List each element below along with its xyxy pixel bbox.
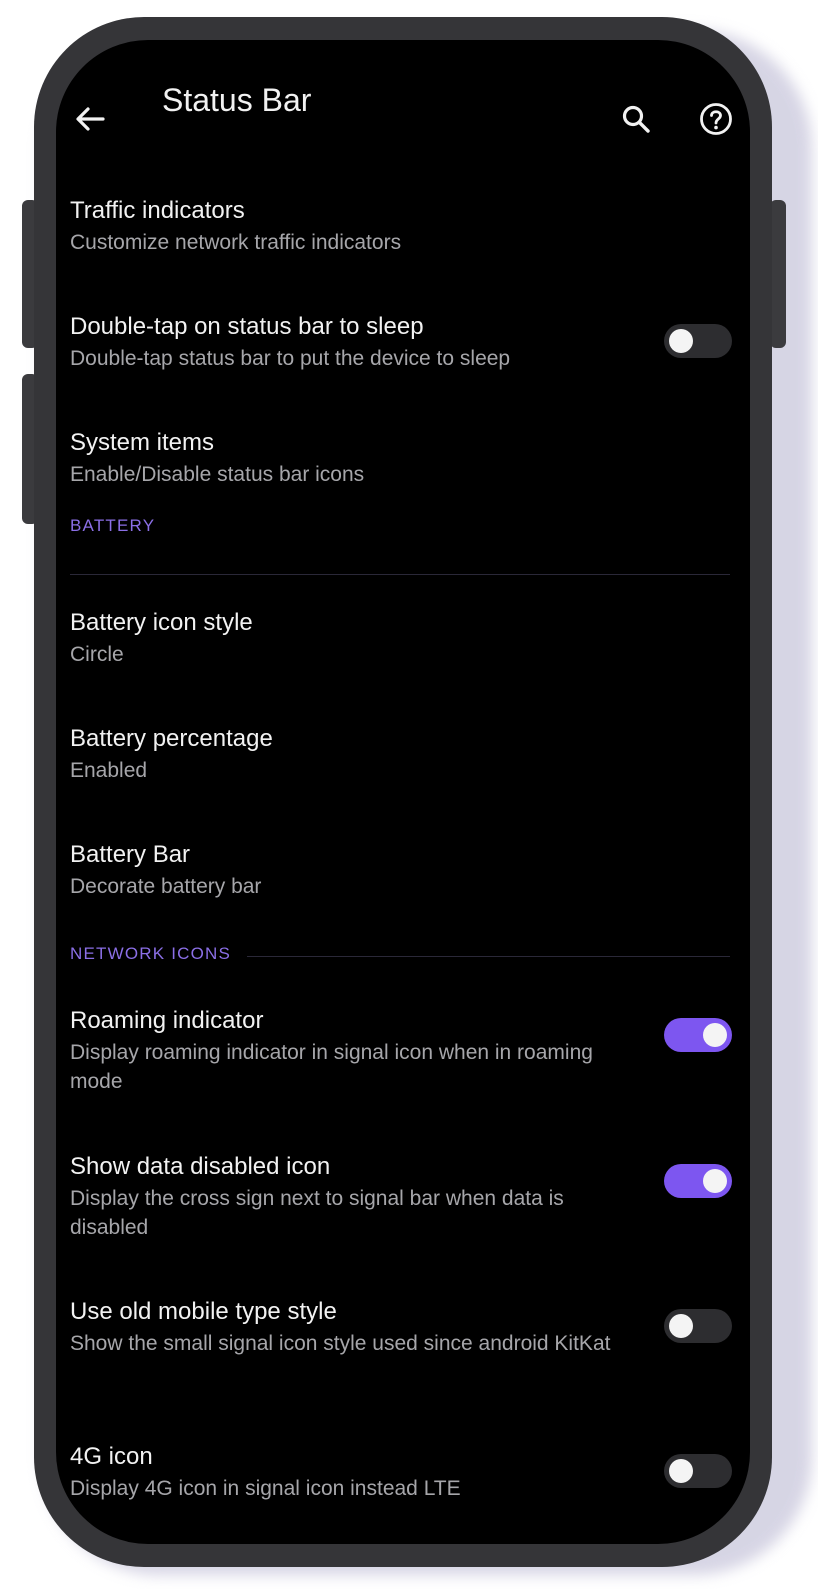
pref-roaming-indicator[interactable]: Roaming indicator Display roaming indica… (56, 988, 750, 1134)
toggle-knob (703, 1169, 727, 1193)
pref-summary: Circle (70, 643, 124, 666)
pref-summary: Enabled (70, 759, 148, 782)
pref-system-items[interactable]: System items Enable/Disable status bar i… (56, 402, 750, 518)
category-network-icons: NETWORK ICONS (56, 928, 750, 988)
double-tap-toggle[interactable] (664, 324, 732, 358)
category-label: NETWORK ICONS (70, 944, 248, 964)
toggle-knob (669, 1314, 693, 1338)
app-bar: Status Bar (56, 40, 750, 170)
search-button[interactable] (614, 97, 658, 141)
search-icon (622, 105, 650, 133)
arrow-left-icon (76, 107, 105, 131)
category-divider (70, 574, 730, 575)
help-button[interactable] (694, 97, 738, 141)
back-button[interactable] (68, 97, 112, 141)
pref-4g-icon[interactable]: 4G icon Display 4G icon in signal icon i… (56, 1424, 750, 1534)
pref-summary: Display the cross sign next to signal ba… (70, 1187, 564, 1239)
pref-battery-icon-style[interactable]: Battery icon style Circle (56, 606, 750, 722)
pref-title: Battery percentage (70, 725, 273, 752)
toggle-knob (669, 1459, 693, 1483)
pref-title: Traffic indicators (70, 197, 245, 224)
4g-icon-toggle[interactable] (664, 1454, 732, 1488)
pref-battery-percentage[interactable]: Battery percentage Enabled (56, 722, 750, 838)
pref-show-data-disabled-icon[interactable]: Show data disabled icon Display the cros… (56, 1134, 750, 1279)
page-title: Status Bar (162, 82, 312, 118)
pref-title: Double-tap on status bar to sleep (70, 313, 424, 340)
help-circle-icon (700, 103, 732, 135)
category-battery: BATTERY (56, 516, 750, 606)
pref-summary: Decorate battery bar (70, 875, 262, 898)
category-label: BATTERY (70, 516, 172, 536)
pref-double-tap-sleep[interactable]: Double-tap on status bar to sleep Double… (56, 286, 750, 402)
pref-title: Battery Bar (70, 841, 191, 868)
preference-list: Traffic indicators Customize network tra… (56, 170, 750, 1534)
pref-summary: Customize network traffic indicators (70, 231, 402, 254)
pref-battery-bar[interactable]: Battery Bar Decorate battery bar (56, 838, 750, 928)
pref-title: Use old mobile type style (70, 1298, 337, 1325)
pref-summary: Display 4G icon in signal icon instead L… (70, 1477, 461, 1500)
pref-traffic-indicators[interactable]: Traffic indicators Customize network tra… (56, 170, 750, 286)
pref-summary: Double-tap status bar to put the device … (70, 347, 511, 370)
pref-title: 4G icon (70, 1443, 153, 1470)
pref-old-mobile-type-style[interactable]: Use old mobile type style Show the small… (56, 1279, 750, 1424)
data-disabled-icon-toggle[interactable] (664, 1164, 732, 1198)
phone-frame: Status Bar Traffic indicators Customize … (34, 17, 772, 1567)
pref-title: System items (70, 429, 215, 456)
side-button-right (770, 200, 786, 348)
pref-title: Roaming indicator (70, 1007, 264, 1034)
screen: Status Bar Traffic indicators Customize … (56, 40, 750, 1544)
pref-title: Show data disabled icon (70, 1153, 331, 1180)
pref-summary: Enable/Disable status bar icons (70, 463, 365, 486)
toggle-knob (669, 329, 693, 353)
pref-summary: Show the small signal icon style used si… (70, 1332, 611, 1355)
toggle-knob (703, 1023, 727, 1047)
pref-summary: Display roaming indicator in signal icon… (70, 1041, 593, 1093)
pref-title: Battery icon style (70, 609, 253, 636)
roaming-indicator-toggle[interactable] (664, 1018, 732, 1052)
old-mobile-type-toggle[interactable] (664, 1309, 732, 1343)
